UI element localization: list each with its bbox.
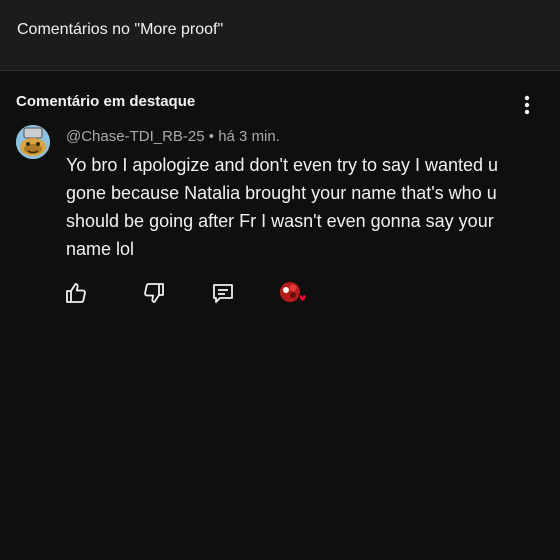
- more-vert-icon: [524, 95, 530, 115]
- creator-heart-icon: [280, 282, 307, 303]
- pinned-comment-label: Comentário em destaque: [16, 93, 196, 110]
- thumbs-up-icon: [66, 283, 86, 303]
- comment-author[interactable]: @Chase-TDI_RB-25: [66, 128, 205, 145]
- comment-meta: @Chase-TDI_RB-25 • há 3 min.: [66, 128, 280, 145]
- comments-header: Comentários no "More proof": [0, 0, 560, 70]
- comment-body: Yo bro I apologize and don't even try to…: [66, 155, 499, 259]
- header-divider: [0, 70, 560, 71]
- reply-button[interactable]: [210, 280, 236, 306]
- more-options-button[interactable]: [514, 92, 540, 118]
- comments-page: Comentários no "More proof" Comentário e…: [0, 0, 560, 560]
- reply-icon: [213, 284, 233, 303]
- avatar[interactable]: [16, 125, 50, 159]
- like-button[interactable]: [63, 280, 89, 306]
- comment-time: há 3 min.: [218, 128, 280, 145]
- meta-separator: •: [204, 128, 219, 145]
- dislike-button[interactable]: [141, 280, 167, 306]
- avatar-image: [16, 125, 50, 159]
- thumbs-down-icon: [144, 283, 164, 303]
- creator-heart-button[interactable]: [279, 281, 307, 307]
- comments-title: Comentários no "More proof": [17, 21, 224, 38]
